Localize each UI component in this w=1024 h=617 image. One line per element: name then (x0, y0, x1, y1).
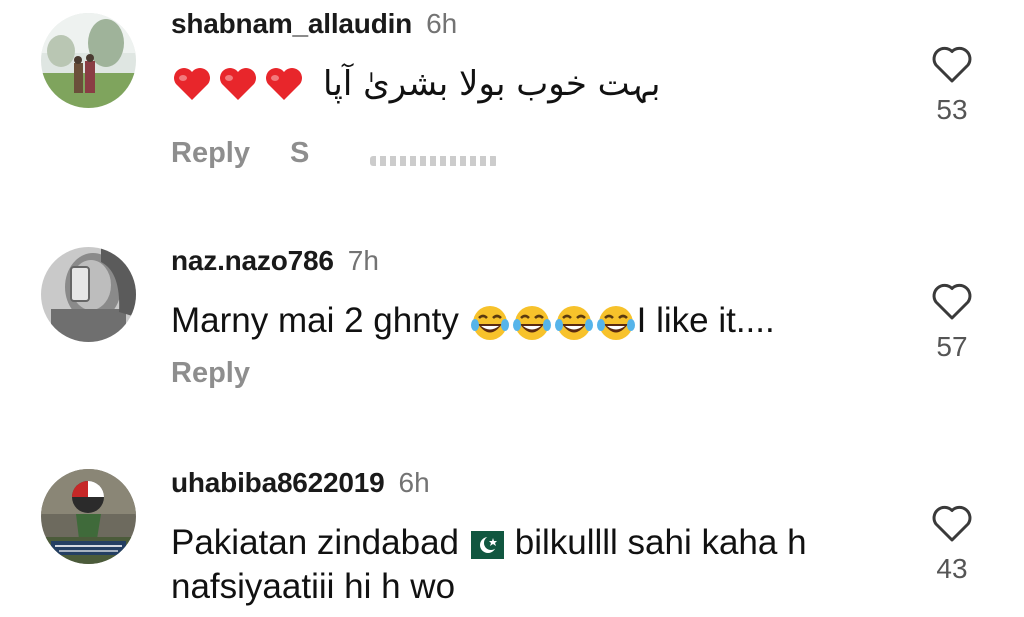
heart-emojis (171, 66, 305, 102)
red-heart-emoji (220, 68, 256, 100)
like-count: 53 (936, 94, 968, 125)
username[interactable]: shabnam_allaudin (171, 8, 412, 40)
timestamp: 6h (426, 8, 458, 39)
avatar[interactable] (41, 247, 136, 342)
avatar-photo (41, 469, 136, 564)
comment-item: naz.nazo786 7h Marny mai 2 ghnty I like … (0, 215, 1024, 437)
tears-of-joy-emoji (554, 305, 593, 340)
heart-outline-icon[interactable] (930, 281, 974, 321)
comment-text: Pakiatan zindabad bilkullll sahi kaha h … (171, 521, 807, 609)
comment-body-start: Pakiatan zindabad (171, 523, 459, 562)
comment-text: بہت خوب بولا بشریٰ آپا (171, 62, 660, 106)
avatar[interactable] (41, 13, 136, 108)
comment-line-1: Pakiatan zindabad bilkullll sahi kaha h (171, 521, 807, 565)
username[interactable]: uhabiba8622019 (171, 467, 385, 499)
reply-button[interactable]: Reply (171, 137, 250, 170)
comment-body-mid: bilkullll sahi kaha h (505, 523, 807, 562)
like-column: 43 (924, 503, 980, 585)
like-count: 57 (936, 331, 968, 362)
comment-text: Marny mai 2 ghnty I like it.... (171, 299, 775, 343)
comment-header: shabnam_allaudin 6h (171, 8, 457, 40)
reply-button[interactable]: Reply (171, 357, 250, 390)
like-column: 57 (924, 281, 980, 363)
like-column: 53 (924, 44, 980, 126)
username[interactable]: naz.nazo786 (171, 245, 334, 277)
pakistan-flag-emoji (460, 530, 504, 559)
comment-item: uhabiba8622019 6h Pakiatan zindabad bilk… (0, 437, 1024, 617)
tears-of-joy-emoji (596, 305, 635, 340)
like-count: 43 (936, 553, 968, 584)
red-heart-emoji (266, 68, 302, 100)
comment-header: naz.nazo786 7h (171, 245, 379, 277)
comment-body: بہت خوب بولا بشریٰ آپا (323, 64, 661, 104)
comment-line-2: nafsiyaatiii hi h wo (171, 567, 456, 606)
see-translation-link[interactable]: S (290, 137, 309, 170)
comment-body-end: I like it.... (636, 301, 775, 340)
comment-item: shabnam_allaudin 6h بہت خوب بولا بشریٰ آ… (0, 0, 1024, 215)
see-translation-obscured (370, 156, 498, 166)
avatar-photo (41, 247, 136, 342)
avatar-photo (41, 13, 136, 108)
avatar[interactable] (41, 469, 136, 564)
comment-body-start: Marny mai 2 ghnty (171, 301, 469, 340)
tears-of-joy-emoji (512, 305, 551, 340)
timestamp: 6h (398, 467, 430, 498)
comment-header: uhabiba8622019 6h (171, 467, 430, 499)
red-heart-emoji (174, 68, 210, 100)
heart-outline-icon[interactable] (930, 503, 974, 543)
tears-of-joy-emoji (470, 305, 509, 340)
comment-list: shabnam_allaudin 6h بہت خوب بولا بشریٰ آ… (0, 0, 1024, 617)
heart-outline-icon[interactable] (930, 44, 974, 84)
timestamp: 7h (347, 245, 379, 276)
